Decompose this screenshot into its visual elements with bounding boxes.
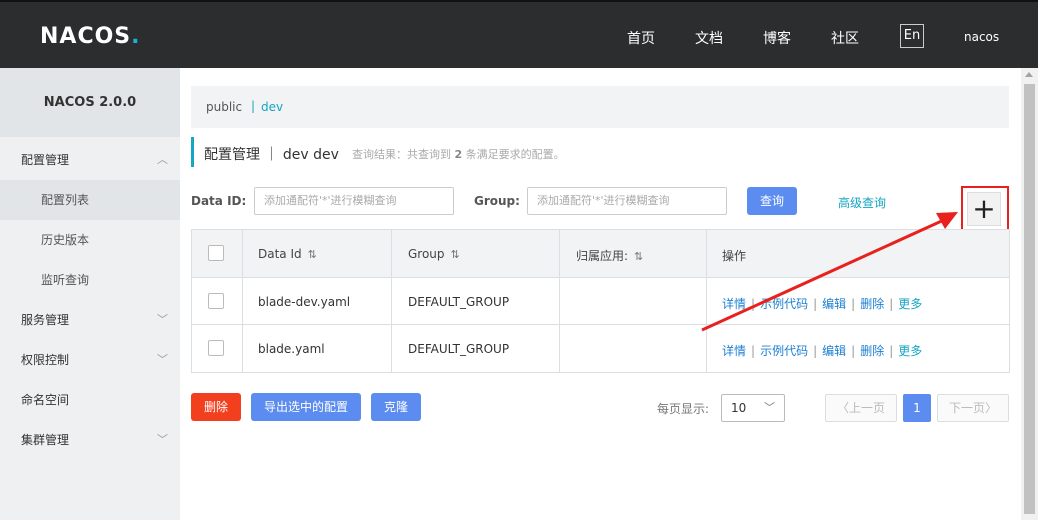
row-checkbox[interactable] — [208, 340, 224, 356]
top-navbar: NACOS. 首页 文档 博客 社区 En nacos — [0, 0, 1038, 68]
sidebar-item-access-control[interactable]: 权限控制 ﹀ — [0, 340, 180, 380]
select-all-checkbox[interactable] — [208, 245, 224, 261]
sort-icon[interactable]: ⇅ — [308, 248, 317, 261]
clone-button[interactable]: 克隆 — [371, 393, 421, 421]
op-more[interactable]: 更多 — [898, 344, 922, 358]
row-data-id: blade-dev.yaml — [258, 295, 351, 309]
scroll-thumb[interactable] — [1024, 84, 1035, 514]
op-sample-code[interactable]: 示例代码 — [760, 297, 808, 311]
sort-icon[interactable]: ⇅ — [634, 250, 643, 263]
export-selected-button[interactable]: 导出选中的配置 — [251, 393, 361, 421]
op-sample-code[interactable]: 示例代码 — [760, 344, 808, 358]
logo-text: NACOS — [40, 24, 132, 49]
chevron-left-icon: 〈 — [836, 401, 849, 415]
group-input[interactable]: 添加通配符'*'进行模糊查询 — [527, 187, 727, 215]
page-size-select[interactable]: 10 ﹀ — [721, 394, 785, 422]
arrow-head — [936, 212, 958, 229]
page-size-label: 每页显示: — [657, 402, 710, 416]
page-title: 配置管理 ｜ dev dev — [204, 147, 339, 163]
dataid-label: Data ID: — [191, 194, 247, 208]
chevron-down-icon: ﹀ — [157, 433, 168, 446]
row-operations: 详情 | 示例代码 | 编辑 | 删除 | 更多 — [722, 297, 923, 311]
op-detail[interactable]: 详情 — [722, 344, 746, 358]
config-table: Data Id ⇅ Group ⇅ 归属应用: ⇅ 操作 blade-dev.yaml… — [191, 229, 1010, 373]
chevron-right-icon: 〉 — [985, 401, 998, 415]
advanced-query-link[interactable]: 高级查询 — [838, 194, 886, 211]
op-edit[interactable]: 编辑 — [822, 344, 846, 358]
op-more[interactable]: 更多 — [898, 297, 922, 311]
sidebar-item-history[interactable]: 历史版本 — [0, 220, 180, 260]
scroll-up-icon[interactable] — [1025, 72, 1033, 77]
table-row: blade-dev.yaml DEFAULT_GROUP 详情 | 示例代码 | 编辑 |… — [192, 278, 1009, 325]
namespace-dev[interactable]: dev — [261, 100, 283, 114]
nav-docs[interactable]: 文档 — [695, 28, 723, 48]
header-data-id[interactable]: Data Id ⇅ — [258, 247, 317, 261]
op-detail[interactable]: 详情 — [722, 297, 746, 311]
user-menu[interactable]: nacos — [964, 30, 999, 44]
op-edit[interactable]: 编辑 — [822, 297, 846, 311]
nacos-logo[interactable]: NACOS. — [40, 24, 141, 49]
dataid-input[interactable]: 添加通配符'*'进行模糊查询 — [254, 187, 454, 215]
sidebar-item-listener-query[interactable]: 监听查询 — [0, 260, 180, 300]
namespace-bar: public | dev — [191, 86, 1009, 128]
title-accent-bar — [191, 137, 194, 167]
table-header: Data Id ⇅ Group ⇅ 归属应用: ⇅ 操作 — [192, 230, 1009, 278]
group-label: Group: — [474, 194, 520, 208]
sidebar-item-cluster-management[interactable]: 集群管理 ﹀ — [0, 420, 180, 460]
chevron-down-icon: ﹀ — [157, 353, 168, 366]
chevron-down-icon: ﹀ — [157, 313, 168, 326]
add-config-button[interactable]: + — [967, 192, 1001, 226]
op-delete[interactable]: 删除 — [860, 297, 884, 311]
sort-icon[interactable]: ⇅ — [451, 248, 460, 261]
sidebar-item-config-list[interactable]: 配置列表 — [0, 180, 180, 220]
sidebar: NACOS 2.0.0 配置管理 ︿ 配置列表 历史版本 监听查询 服务管理 ﹀… — [0, 68, 180, 520]
query-button[interactable]: 查询 — [747, 187, 797, 215]
sidebar-item-namespace[interactable]: 命名空间 — [0, 380, 180, 420]
language-switch[interactable]: En — [900, 24, 924, 48]
header-group[interactable]: Group ⇅ — [408, 247, 460, 261]
row-checkbox[interactable] — [208, 293, 224, 309]
op-delete[interactable]: 删除 — [860, 344, 884, 358]
header-app[interactable]: 归属应用: ⇅ — [576, 247, 643, 264]
row-group: DEFAULT_GROUP — [408, 342, 510, 356]
table-row: blade.yaml DEFAULT_GROUP 详情 | 示例代码 | 编辑 | 删除 | 更… — [192, 325, 1009, 372]
delete-button[interactable]: 删除 — [191, 393, 241, 421]
vertical-scrollbar[interactable] — [1021, 68, 1038, 520]
row-operations: 详情 | 示例代码 | 编辑 | 删除 | 更多 — [722, 344, 923, 358]
chevron-up-icon: ︿ — [157, 153, 168, 166]
row-data-id: blade.yaml — [258, 342, 325, 356]
row-group: DEFAULT_GROUP — [408, 295, 510, 309]
namespace-public[interactable]: public — [206, 100, 242, 114]
next-page-button[interactable]: 下一页〉 — [937, 394, 1009, 422]
query-result-note: 查询结果：共查询到 2 条满足要求的配置。 — [352, 148, 565, 161]
page-number-button[interactable]: 1 — [903, 394, 931, 422]
nav-community[interactable]: 社区 — [831, 28, 859, 48]
chevron-down-icon: ﹀ — [764, 401, 775, 414]
nav-home[interactable]: 首页 — [627, 28, 655, 48]
prev-page-button[interactable]: 〈上一页 — [825, 394, 897, 422]
namespace-separator: | — [251, 99, 256, 113]
header-operations: 操作 — [722, 249, 747, 263]
version-title: NACOS 2.0.0 — [0, 68, 180, 137]
nav-blog[interactable]: 博客 — [763, 28, 791, 48]
sidebar-item-service-management[interactable]: 服务管理 ﹀ — [0, 300, 180, 340]
sidebar-item-config-management[interactable]: 配置管理 ︿ — [0, 140, 180, 180]
